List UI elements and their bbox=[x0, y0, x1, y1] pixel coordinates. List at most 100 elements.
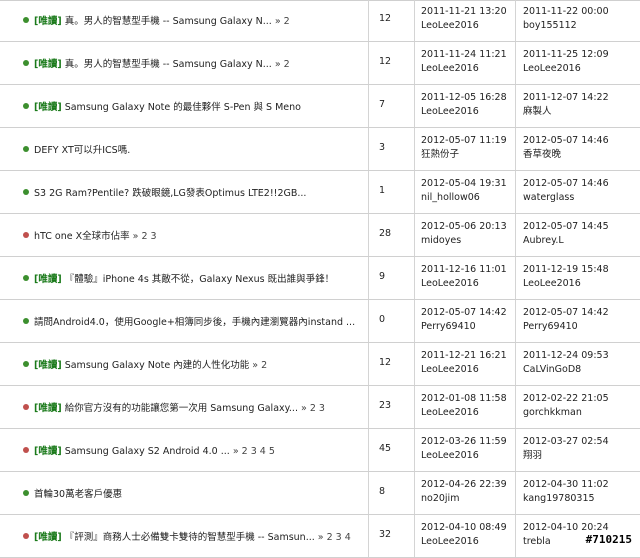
topic-title-link[interactable]: 請問Android4.0，使用Google+相簿同步後，手機內建瀏覽器內inst… bbox=[34, 314, 355, 328]
column-divider bbox=[515, 515, 516, 557]
page-links[interactable]: » 2 3 4 5 bbox=[230, 446, 275, 457]
last-reply-user-link[interactable]: Perry69410 bbox=[523, 320, 609, 334]
page-links[interactable]: » 2 3 bbox=[298, 403, 325, 414]
topic-title-text[interactable]: 『體驗』iPhone 4s 其敵不從，Galaxy Nexus 既出誰與爭鋒！ bbox=[62, 274, 334, 285]
last-reply-time[interactable]: 2012-02-22 21:05 bbox=[523, 392, 609, 406]
page-links[interactable]: » 2 bbox=[249, 360, 267, 371]
column-divider bbox=[414, 85, 415, 127]
column-divider bbox=[515, 343, 516, 385]
table-row[interactable]: [唯讀] Samsung Galaxy Note 的最佳夥伴 S-Pen 與 S… bbox=[0, 85, 640, 128]
author-link[interactable]: LeoLee2016 bbox=[421, 535, 507, 549]
created-time: 2012-05-04 19:31 bbox=[421, 178, 507, 189]
author-link[interactable]: LeoLee2016 bbox=[421, 277, 507, 291]
topic-title-link[interactable]: DEFY XT可以升ICS嗎. bbox=[34, 142, 130, 156]
table-row[interactable]: [唯讀] 真。男人的智慧型手機 -- Samsung Galaxy N... »… bbox=[0, 0, 640, 42]
topic-title-text[interactable]: Samsung Galaxy S2 Android 4.0 ... bbox=[62, 446, 230, 457]
topic-title-link[interactable]: hTC one X全球市佔率 » 2 3 bbox=[34, 228, 157, 242]
page-links[interactable]: » 2 3 bbox=[130, 231, 157, 242]
last-reply-info: 2011-11-22 00:00 boy155112 bbox=[523, 5, 609, 33]
author-link[interactable]: LeoLee2016 bbox=[421, 62, 507, 76]
last-reply-user-link[interactable]: waterglass bbox=[523, 191, 609, 205]
created-time: 2012-05-06 20:13 bbox=[421, 221, 507, 232]
column-divider bbox=[368, 343, 369, 385]
topic-title-link[interactable]: [唯讀] 真。男人的智慧型手機 -- Samsung Galaxy N... »… bbox=[34, 56, 290, 70]
created-time: 2011-12-16 11:01 bbox=[421, 264, 507, 275]
topic-title-link[interactable]: [唯讀] 給你官方沒有的功能讓您第一次用 Samsung Galaxy... »… bbox=[34, 400, 325, 414]
author-link[interactable]: LeoLee2016 bbox=[421, 19, 507, 33]
topic-title-link[interactable]: S3 2G Ram?Pentile? 跌破眼鏡,LG發表Optimus LTE2… bbox=[34, 185, 306, 199]
author-link[interactable]: LeoLee2016 bbox=[421, 406, 507, 420]
column-divider bbox=[515, 429, 516, 471]
last-reply-user-link[interactable]: kang19780315 bbox=[523, 492, 609, 506]
last-reply-time[interactable]: 2011-12-19 15:48 bbox=[523, 263, 609, 277]
table-row[interactable]: [唯讀] 『體驗』iPhone 4s 其敵不從，Galaxy Nexus 既出誰… bbox=[0, 257, 640, 300]
last-reply-user-link[interactable]: CaLVinGoD8 bbox=[523, 363, 609, 377]
table-row[interactable]: [唯讀] 給你官方沒有的功能讓您第一次用 Samsung Galaxy... »… bbox=[0, 386, 640, 429]
topic-title-text[interactable]: 真。男人的智慧型手機 -- Samsung Galaxy N... bbox=[62, 16, 272, 27]
table-row[interactable]: [唯讀] Samsung Galaxy Note 內建的人性化功能 » 2 12 2… bbox=[0, 343, 640, 386]
last-reply-time[interactable]: 2012-04-30 11:02 bbox=[523, 478, 609, 492]
topic-title-text[interactable]: 請問Android4.0，使用Google+相簿同步後，手機內建瀏覽器內inst… bbox=[34, 317, 355, 328]
last-reply-user-link[interactable]: 香草夜晚 bbox=[523, 148, 609, 162]
topic-title-text[interactable]: 『評測』商務人士必備雙卡雙待的智慧型手機 -- Samsun... bbox=[62, 532, 315, 543]
table-row[interactable]: hTC one X全球市佔率 » 2 3 28 2012-05-06 20:13 mi… bbox=[0, 214, 640, 257]
table-row[interactable]: S3 2G Ram?Pentile? 跌破眼鏡,LG發表Optimus LTE2… bbox=[0, 171, 640, 214]
last-reply-user-link[interactable]: 翔羽 bbox=[523, 449, 609, 463]
topic-title-link[interactable]: [唯讀] 『評測』商務人士必備雙卡雙待的智慧型手機 -- Samsun... »… bbox=[34, 529, 351, 543]
table-row[interactable]: [唯讀] 真。男人的智慧型手機 -- Samsung Galaxy N... »… bbox=[0, 42, 640, 85]
topic-title-link[interactable]: 首輪30萬老客戶優惠 bbox=[34, 486, 122, 500]
table-row[interactable]: DEFY XT可以升ICS嗎. 3 2012-05-07 11:19 狂熱份子 2012… bbox=[0, 128, 640, 171]
topic-status-icon bbox=[23, 361, 29, 367]
last-reply-user-link[interactable]: Aubrey.L bbox=[523, 234, 609, 248]
column-divider bbox=[414, 515, 415, 557]
table-row[interactable]: 首輪30萬老客戶優惠 8 2012-04-26 22:39 no20jim 2012-0… bbox=[0, 472, 640, 515]
page-links[interactable]: » 2 bbox=[272, 59, 290, 70]
topic-title-link[interactable]: [唯讀] 『體驗』iPhone 4s 其敵不從，Galaxy Nexus 既出誰… bbox=[34, 271, 334, 285]
last-reply-user-link[interactable]: LeoLee2016 bbox=[523, 62, 609, 76]
topic-title-link[interactable]: [唯讀] 真。男人的智慧型手機 -- Samsung Galaxy N... »… bbox=[34, 13, 290, 27]
topic-title-text[interactable]: DEFY XT可以升ICS嗎. bbox=[34, 145, 130, 156]
page-links[interactable]: » 2 bbox=[272, 16, 290, 27]
readonly-tag: [唯讀] bbox=[34, 59, 62, 70]
table-row[interactable]: 請問Android4.0，使用Google+相簿同步後，手機內建瀏覽器內inst… bbox=[0, 300, 640, 343]
topic-status-icon bbox=[23, 103, 29, 109]
created-time: 2012-03-26 11:59 bbox=[421, 436, 507, 447]
last-reply-user-link[interactable]: gorchkkman bbox=[523, 406, 609, 420]
last-reply-time[interactable]: 2012-05-07 14:46 bbox=[523, 134, 609, 148]
topic-title-text[interactable]: S3 2G Ram?Pentile? 跌破眼鏡,LG發表Optimus LTE2… bbox=[34, 188, 306, 199]
author-link[interactable]: midoyes bbox=[421, 234, 507, 248]
author-link[interactable]: LeoLee2016 bbox=[421, 105, 507, 119]
topic-title-link[interactable]: [唯讀] Samsung Galaxy Note 內建的人性化功能 » 2 bbox=[34, 357, 267, 371]
last-reply-time[interactable]: 2012-05-07 14:42 bbox=[523, 306, 609, 320]
topic-title-text[interactable]: Samsung Galaxy Note 內建的人性化功能 bbox=[62, 360, 250, 371]
author-link[interactable]: no20jim bbox=[421, 492, 507, 506]
topic-title-text[interactable]: hTC one X全球市佔率 bbox=[34, 231, 130, 242]
last-reply-time[interactable]: 2012-05-07 14:46 bbox=[523, 177, 609, 191]
last-reply-user-link[interactable]: LeoLee2016 bbox=[523, 277, 609, 291]
table-row[interactable]: [唯讀] Samsung Galaxy S2 Android 4.0 ... »… bbox=[0, 429, 640, 472]
last-reply-time[interactable]: 2012-03-27 02:54 bbox=[523, 435, 609, 449]
topic-title-text[interactable]: Samsung Galaxy Note 的最佳夥伴 S-Pen 與 S Meno bbox=[62, 102, 301, 113]
topic-title-link[interactable]: [唯讀] Samsung Galaxy Note 的最佳夥伴 S-Pen 與 S… bbox=[34, 99, 301, 113]
page-links[interactable]: » 2 3 4 bbox=[315, 532, 351, 543]
author-link[interactable]: LeoLee2016 bbox=[421, 449, 507, 463]
author-link[interactable]: 狂熱份子 bbox=[421, 148, 507, 162]
column-divider bbox=[515, 300, 516, 342]
last-reply-user-link[interactable]: 麻製人 bbox=[523, 105, 609, 119]
last-reply-time[interactable]: 2011-11-25 12:09 bbox=[523, 48, 609, 62]
author-link[interactable]: LeoLee2016 bbox=[421, 363, 507, 377]
topic-title-link[interactable]: [唯讀] Samsung Galaxy S2 Android 4.0 ... »… bbox=[34, 443, 275, 457]
topic-title-text[interactable]: 首輪30萬老客戶優惠 bbox=[34, 489, 122, 500]
last-reply-time[interactable]: 2011-12-24 09:53 bbox=[523, 349, 609, 363]
last-reply-time[interactable]: 2012-05-07 14:45 bbox=[523, 220, 609, 234]
topic-title-text[interactable]: 真。男人的智慧型手機 -- Samsung Galaxy N... bbox=[62, 59, 272, 70]
last-reply-user-link[interactable]: boy155112 bbox=[523, 19, 609, 33]
topic-title-text[interactable]: 給你官方沒有的功能讓您第一次用 Samsung Galaxy... bbox=[62, 403, 298, 414]
author-link[interactable]: nil_hollow06 bbox=[421, 191, 507, 205]
table-row[interactable]: [唯讀] 『評測』商務人士必備雙卡雙待的智慧型手機 -- Samsun... »… bbox=[0, 515, 640, 558]
topic-status-icon bbox=[23, 60, 29, 66]
author-link[interactable]: Perry69410 bbox=[421, 320, 507, 334]
last-reply-time[interactable]: 2011-12-07 14:22 bbox=[523, 91, 609, 105]
last-reply-time[interactable]: 2011-11-22 00:00 bbox=[523, 5, 609, 19]
created-info: 2012-04-10 08:49 LeoLee2016 bbox=[421, 521, 507, 549]
